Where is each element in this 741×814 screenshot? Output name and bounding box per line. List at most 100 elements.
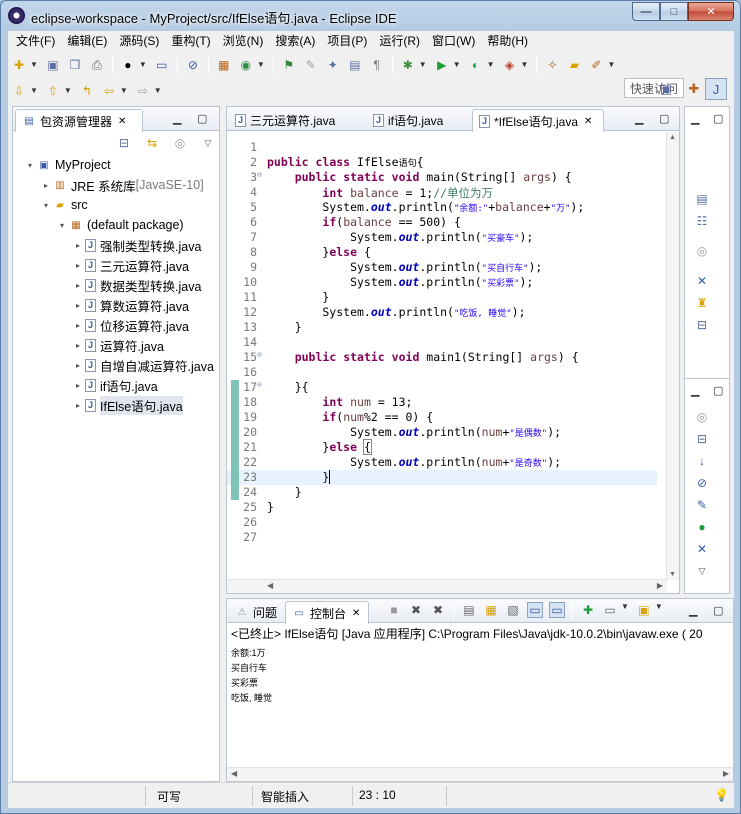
tree-item[interactable]: ▸ J 自增自减运算符.java: [13, 355, 219, 375]
tree-item[interactable]: ▸ Jif语句.java: [13, 375, 219, 395]
fold-icon[interactable]: ⊖: [257, 170, 262, 179]
close-icon[interactable]: ✕: [118, 116, 126, 127]
remove-all-launches-icon[interactable]: ✖: [430, 602, 446, 618]
code-line[interactable]: 25}: [227, 500, 657, 515]
code-line[interactable]: 17 ⊖ }{: [227, 380, 657, 395]
title-bar[interactable]: eclipse-workspace - MyProject/src/IfElse…: [1, 1, 740, 31]
sort-icon[interactable]: ↓: [694, 453, 710, 469]
debug-dropdown-icon[interactable]: ▼: [419, 60, 427, 69]
code-line[interactable]: 26: [227, 515, 657, 530]
hide-fields-icon[interactable]: ⊘: [694, 475, 710, 491]
menu-source[interactable]: 源码(S): [113, 31, 165, 51]
open-type-icon[interactable]: ✧: [544, 57, 560, 73]
tree-item[interactable]: ▸ J 运算符.java: [13, 335, 219, 355]
restore-view-icon[interactable]: ▢: [713, 112, 723, 125]
expand-arrow-icon[interactable]: ▾: [25, 161, 35, 170]
code-line[interactable]: 18 int num = 13;: [227, 395, 657, 410]
prev-annotation-dropdown-icon[interactable]: ▼: [64, 86, 72, 95]
tab-ternary-operator[interactable]: J 三元运算符.java: [229, 109, 364, 131]
code-line[interactable]: 6 if(balance == 500) {: [227, 215, 657, 230]
menu-help[interactable]: 帮助(H): [481, 31, 534, 51]
tree-item[interactable]: ▸ J IfElse语句.java: [13, 395, 219, 415]
prev-annotation-icon[interactable]: ⇧: [45, 83, 61, 99]
forward-dropdown-icon[interactable]: ▼: [154, 86, 162, 95]
forward-icon[interactable]: ⇨: [135, 83, 151, 99]
code-line[interactable]: 20 System.out.println(num+"是偶数");: [227, 425, 657, 440]
collapse-arrow-icon[interactable]: ▸: [73, 301, 83, 310]
collapse-arrow-icon[interactable]: ▸: [41, 181, 51, 190]
tab-if-statement[interactable]: J if语句.java: [367, 109, 467, 131]
expand-arrow-icon[interactable]: ▾: [57, 221, 67, 230]
editor-vertical-scrollbar[interactable]: ▲ ▼: [666, 132, 679, 580]
expand-arrow-icon[interactable]: ▾: [41, 201, 51, 210]
menu-navigate[interactable]: 浏览(N): [217, 31, 270, 51]
hide-static-icon[interactable]: ✎: [694, 497, 710, 513]
menu-refactor[interactable]: 重构(T): [165, 31, 216, 51]
show-stderr-icon[interactable]: ▭: [549, 602, 565, 618]
tree-item[interactable]: ▸ J 三元运算符.java: [13, 255, 219, 275]
show-stdout-icon[interactable]: ▭: [527, 602, 543, 618]
minimize-view-icon[interactable]: ▁: [173, 112, 181, 125]
display-console-icon[interactable]: ▭: [602, 602, 618, 618]
code-line[interactable]: 14: [227, 335, 657, 350]
search-dropdown-icon[interactable]: ▼: [607, 60, 615, 69]
code-line[interactable]: 7 System.out.println("买豪车");: [227, 230, 657, 245]
run-dropdown-icon[interactable]: ▼: [453, 60, 461, 69]
open-console-icon[interactable]: ▣: [636, 602, 652, 618]
view-menu-icon[interactable]: ▽: [200, 135, 216, 151]
scroll-right-icon[interactable]: ▶: [657, 581, 663, 590]
lightbulb-icon[interactable]: 💡: [714, 788, 729, 802]
search-icon[interactable]: ✐: [588, 57, 604, 73]
save-all-icon[interactable]: ❐: [67, 57, 83, 73]
tree-item[interactable]: ▾ ▣ MyProject: [13, 155, 219, 175]
block-select-icon[interactable]: ▤: [347, 57, 363, 73]
minimize-view-icon[interactable]: ▁: [691, 384, 699, 397]
external-tools-dropdown-icon[interactable]: ▼: [521, 60, 529, 69]
filter-icon[interactable]: ◎: [172, 135, 188, 151]
minimize-view-icon[interactable]: ▁: [691, 112, 699, 125]
next-annotation-icon[interactable]: ⇩: [11, 83, 27, 99]
code-line[interactable]: 24 }: [227, 485, 657, 500]
highlight-icon[interactable]: ✎: [303, 57, 319, 73]
remove-launch-icon[interactable]: ✖: [408, 602, 424, 618]
close-icon[interactable]: ✕: [352, 608, 360, 619]
maximize-view-icon[interactable]: ▢: [713, 604, 723, 617]
open-console-dropdown-icon[interactable]: ▼: [655, 602, 663, 620]
new-class-icon[interactable]: ◉: [238, 57, 254, 73]
terminal-icon[interactable]: ▭: [154, 57, 170, 73]
minimize-button[interactable]: —: [632, 2, 660, 21]
code-line[interactable]: 5 System.out.println("余额:"+balance+"万");: [227, 200, 657, 215]
profile-icon[interactable]: ●: [120, 57, 136, 73]
back-icon[interactable]: ⇦: [101, 83, 117, 99]
public-member-icon[interactable]: ●: [694, 519, 710, 535]
run-icon[interactable]: ▶: [434, 57, 450, 73]
code-line[interactable]: 12 System.out.println("吃饭, 睡觉");: [227, 305, 657, 320]
toggle-mark-icon[interactable]: ✦: [325, 57, 341, 73]
coverage-dropdown-icon[interactable]: ▼: [487, 60, 495, 69]
skip-breakpoints-icon[interactable]: ⊘: [185, 57, 201, 73]
print-icon[interactable]: ⎙: [89, 57, 105, 73]
tree-item[interactable]: ▸ J 位移运算符.java: [13, 315, 219, 335]
close-icon[interactable]: ✕: [584, 116, 592, 127]
collapse-arrow-icon[interactable]: ▸: [73, 401, 83, 410]
new-class-dropdown-icon[interactable]: ▼: [257, 60, 265, 69]
editor-horizontal-scrollbar[interactable]: ◀ ▶: [227, 579, 667, 593]
maximize-button[interactable]: □: [660, 2, 688, 21]
scroll-right-icon[interactable]: ▶: [723, 769, 729, 778]
code-line[interactable]: 10 System.out.println("买彩票");: [227, 275, 657, 290]
scroll-down-icon[interactable]: ▼: [669, 571, 676, 578]
menu-run[interactable]: 运行(R): [373, 31, 426, 51]
maximize-view-icon[interactable]: ▢: [197, 112, 207, 125]
new-java-project-icon[interactable]: ▦: [216, 57, 232, 73]
back-dropdown-icon[interactable]: ▼: [120, 86, 128, 95]
menu-file[interactable]: 文件(F): [10, 31, 61, 51]
view-menu-icon[interactable]: ▽: [694, 563, 710, 579]
java-perspective-icon[interactable]: J: [705, 78, 727, 100]
open-folder-icon[interactable]: ▰: [566, 57, 582, 73]
code-editor[interactable]: 1 2 public class IfElse语句{3 ⊖ public static…: [227, 132, 667, 580]
collapse-all-icon[interactable]: ⊟: [694, 431, 710, 447]
code-line[interactable]: 19 if(num%2 == 0) {: [227, 410, 657, 425]
new-icon[interactable]: ✚: [11, 57, 27, 73]
external-tools-icon[interactable]: ◈: [502, 57, 518, 73]
scroll-left-icon[interactable]: ◀: [267, 581, 273, 590]
